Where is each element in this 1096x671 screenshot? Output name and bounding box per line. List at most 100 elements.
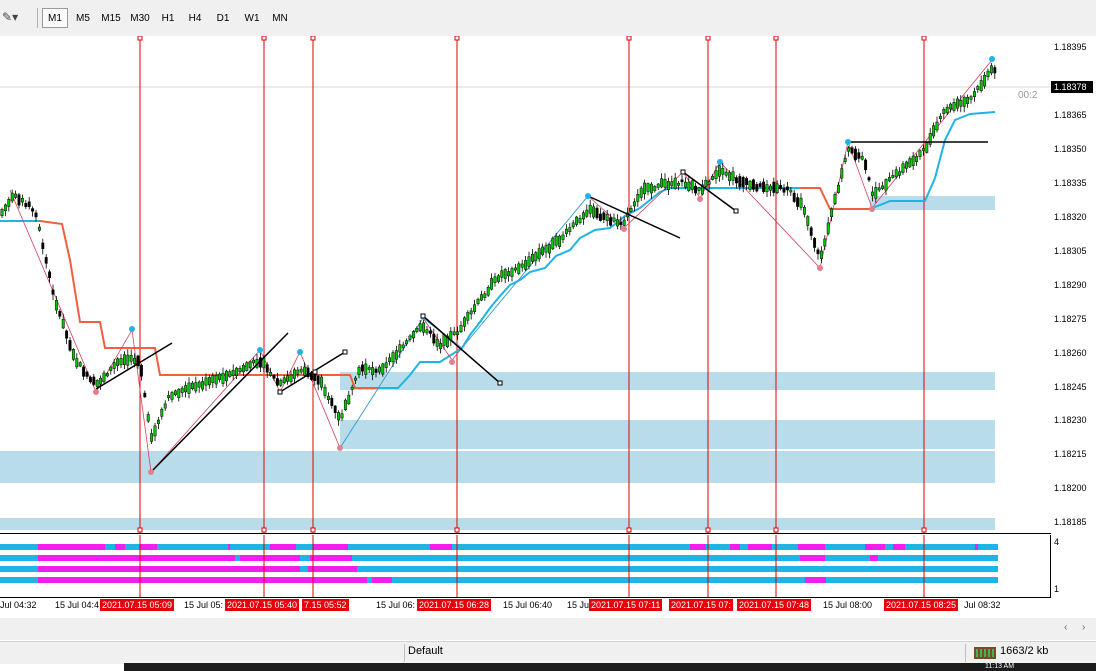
candle-body (819, 250, 823, 260)
candle-body (116, 358, 120, 366)
candle-body (275, 378, 279, 386)
candle-body (347, 394, 351, 405)
candle-body (745, 178, 749, 185)
candle-body (530, 254, 534, 262)
price-label: 1.18305 (1054, 246, 1087, 256)
candle-body (942, 109, 946, 114)
candle-body (949, 103, 953, 110)
trendline-handles (277, 169, 739, 395)
price-label: 1.18395 (1054, 42, 1087, 52)
candle-body (119, 358, 123, 366)
candle-body (289, 374, 293, 382)
candle-body (993, 67, 997, 74)
tf-w1-button[interactable]: W1 (239, 8, 265, 28)
handle (497, 380, 503, 386)
candle-body (986, 70, 990, 78)
price-label: 1.18215 (1054, 449, 1087, 459)
event-time-tag: 2021.07.15 05:09 (100, 599, 175, 611)
candle-body (197, 381, 201, 388)
event-marker (773, 527, 779, 533)
candle-body (17, 194, 21, 206)
indicator-segment (878, 555, 998, 561)
tf-m15-button[interactable]: M15 (98, 8, 124, 28)
status-divider (965, 644, 966, 662)
candle-body (802, 207, 806, 215)
candle-body (724, 171, 728, 176)
candle-body (547, 244, 551, 254)
profile-name[interactable]: Default (408, 645, 443, 657)
event-marker (261, 527, 267, 533)
swing-dots (93, 56, 995, 475)
indicator-window[interactable] (0, 535, 1051, 598)
tf-h4-button[interactable]: H4 (183, 8, 207, 28)
candle-body (962, 96, 966, 107)
candle-body (775, 183, 779, 193)
candle-body (714, 170, 718, 179)
candle-body (877, 187, 881, 191)
event-marker (310, 36, 316, 41)
tf-h1-button[interactable]: H1 (156, 8, 180, 28)
candle-body (99, 377, 103, 385)
candle-body (245, 362, 249, 371)
candle-body (160, 408, 164, 417)
candle-body (666, 181, 670, 191)
candle-body (656, 183, 660, 188)
price-chart-area[interactable] (0, 36, 1051, 534)
event-marker (626, 527, 632, 533)
tf-d1-button[interactable]: D1 (211, 8, 235, 28)
candle-body (799, 197, 803, 208)
candle-body (170, 392, 174, 400)
time-axis[interactable]: Jul 04:32 15 Jul 04:4 15 Jul 05: 15 Jul … (0, 598, 1096, 614)
handle (680, 169, 686, 175)
candle-body (707, 181, 711, 185)
tf-m30-button[interactable]: M30 (126, 8, 154, 28)
scroll-right-icon[interactable]: › (1082, 622, 1085, 633)
candle-body (598, 213, 602, 221)
candle-body (425, 329, 429, 334)
candle-body (983, 75, 987, 87)
horizontal-scrollbar[interactable]: ‹ › (0, 618, 1096, 640)
candle-body (806, 216, 810, 226)
event-marker (454, 527, 460, 533)
candle-body (265, 364, 269, 373)
swing-low-dot (148, 469, 154, 475)
supertrend-up-line (378, 187, 800, 389)
candle-body (887, 177, 891, 182)
handle (420, 313, 426, 319)
draw-tools-dropdown[interactable]: ✎▾ (2, 10, 32, 28)
swing-high-dot (717, 159, 723, 165)
event-marker (921, 36, 927, 41)
candle-body (129, 355, 133, 362)
candle-body (163, 403, 167, 409)
tf-m1-button[interactable]: M1 (42, 8, 68, 28)
candle-body (65, 330, 69, 339)
candle-body (605, 213, 609, 222)
candle-body (830, 208, 834, 217)
candle-body (653, 186, 657, 191)
handle (342, 349, 348, 355)
indicator-segment (348, 544, 430, 550)
candle-body (813, 238, 817, 248)
candle-body (435, 338, 439, 347)
candle-body (320, 376, 324, 388)
candle-body (612, 217, 616, 222)
candle-body (564, 228, 568, 234)
indicator-segment (300, 566, 308, 572)
time-label: Jul 08:32 (964, 600, 1001, 610)
candle-body (442, 334, 446, 346)
candle-body (670, 181, 674, 187)
candle-body (524, 260, 528, 270)
connection-bars-icon (974, 647, 996, 659)
indicator-segment (805, 577, 826, 583)
indicator-segment (740, 544, 748, 550)
candle-body (207, 377, 211, 386)
swing-high-dot (585, 193, 591, 199)
candle-body (520, 263, 524, 268)
candle-body (313, 374, 317, 381)
tf-mn-button[interactable]: MN (267, 8, 293, 28)
scroll-left-icon[interactable]: ‹ (1064, 622, 1067, 633)
trendline (682, 171, 737, 212)
candle-body (452, 331, 456, 335)
tf-m5-button[interactable]: M5 (70, 8, 96, 28)
candle-body (126, 354, 130, 366)
